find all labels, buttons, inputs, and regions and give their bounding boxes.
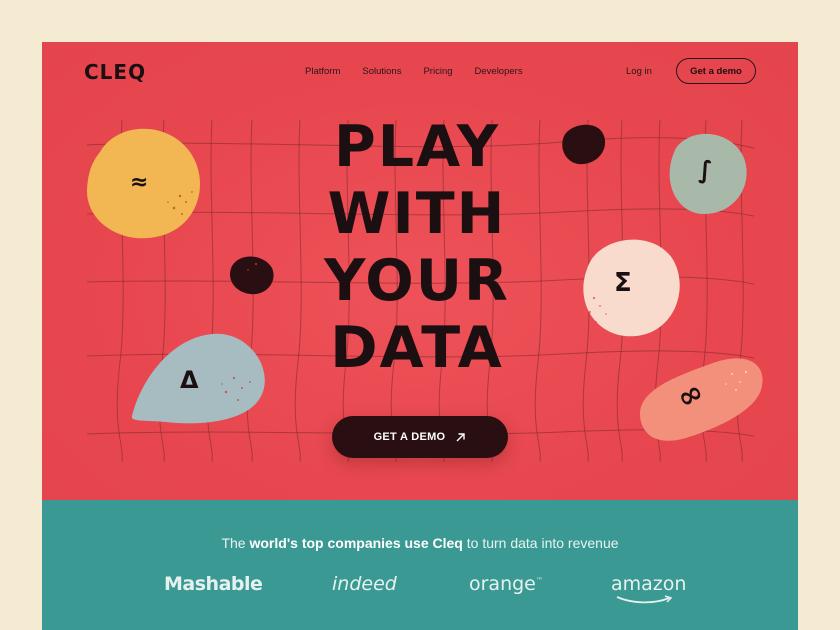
orange-logo: orange™	[469, 573, 543, 595]
tagline-prefix: The	[221, 535, 250, 551]
get-demo-nav-button[interactable]: Get a demo	[676, 58, 756, 84]
headline-line-2: WITH	[327, 181, 507, 247]
login-link[interactable]: Log in	[626, 66, 652, 77]
mashable-logo: Mashable	[164, 573, 263, 595]
nav-link-platform[interactable]: Platform	[305, 66, 340, 77]
sigma-icon: Σ	[614, 268, 632, 298]
headline-line-1: PLAY	[333, 114, 501, 180]
delta-blob-shape	[131, 333, 265, 424]
brand-logo[interactable]: CLEQ	[84, 60, 146, 84]
nav-link-developers[interactable]: Developers	[475, 66, 523, 77]
approx-icon: ≈	[130, 170, 149, 195]
tagline-emphasis: world's top companies use Cleq	[249, 535, 463, 551]
top-nav: CLEQ Platform Solutions Pricing Develope…	[42, 42, 798, 102]
customers-tagline: The world's top companies use Cleq to tu…	[42, 535, 798, 551]
arrow-up-right-icon	[456, 432, 466, 441]
amazon-wordmark: amazon	[611, 573, 687, 595]
indeed-logo: indeed	[332, 573, 397, 595]
dark-blob-left	[230, 256, 274, 295]
nav-links: Platform Solutions Pricing Developers	[305, 66, 545, 77]
hero-headline: PLAY WITH YOUR DATA	[292, 114, 542, 382]
orange-wordmark: orange	[469, 573, 536, 595]
cta-label: GET A DEMO	[373, 431, 446, 443]
hero-section: ≈ ∫ Σ Δ ∞ CLEQ Platform Solutions Pricin…	[42, 42, 798, 500]
get-demo-cta-button[interactable]: GET A DEMO	[332, 416, 508, 458]
tagline-suffix: to turn data into revenue	[462, 535, 619, 551]
amazon-logo: amazon	[611, 573, 687, 604]
delta-icon: Δ	[180, 366, 199, 394]
amazon-smile-icon	[616, 595, 673, 604]
headline-line-4: DATA	[330, 315, 504, 381]
headline-line-3: YOUR	[324, 248, 510, 314]
customer-logos-section: The world's top companies use Cleq to tu…	[42, 500, 798, 630]
nav-link-pricing[interactable]: Pricing	[423, 66, 452, 77]
integral-icon: ∫	[698, 156, 713, 184]
dark-blob-right	[562, 124, 606, 165]
nav-link-solutions[interactable]: Solutions	[362, 66, 401, 77]
page-frame: ≈ ∫ Σ Δ ∞ CLEQ Platform Solutions Pricin…	[42, 42, 798, 630]
